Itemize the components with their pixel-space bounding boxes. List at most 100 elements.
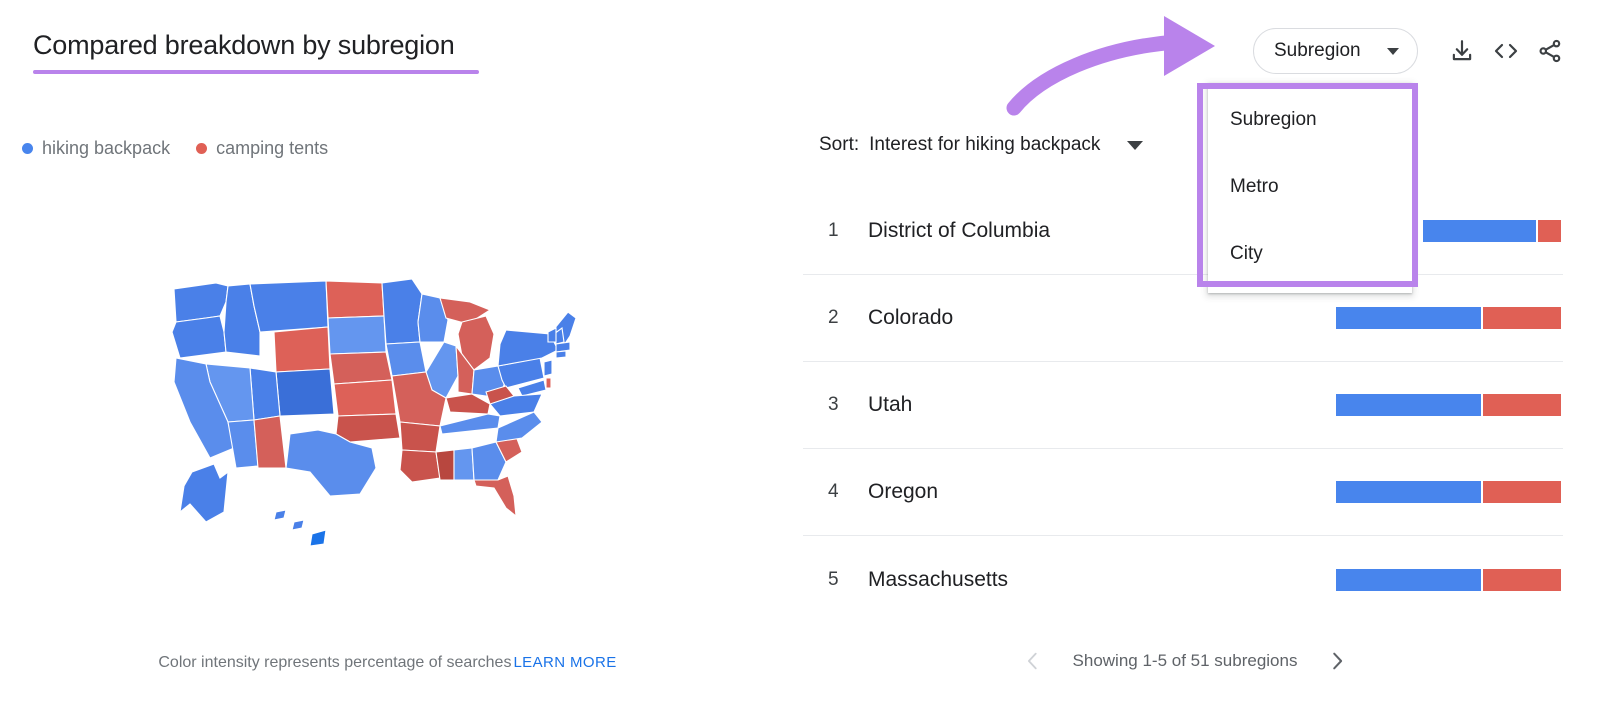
subregion-rank-list: 1 District of Columbia 2 Colorado 3 Utah… [803,188,1563,623]
menu-item-metro[interactable]: Metro [1208,164,1412,210]
bar-segment-hiking-backpack [1336,568,1481,591]
learn-more-link[interactable]: LEARN MORE [513,654,616,671]
state-nc[interactable] [495,411,543,443]
bar-segment-hiking-backpack [1336,481,1481,503]
state-ut[interactable] [249,367,281,421]
chevron-down-icon [1387,47,1399,55]
title-underline-annotation [33,70,479,74]
state-ks[interactable] [333,379,397,417]
state-sd[interactable] [327,315,387,355]
state-nj[interactable] [543,359,553,377]
prev-page-button[interactable] [1020,648,1046,674]
share-icon [1539,39,1561,63]
region-name: District of Columbia [868,219,1051,242]
menu-item-subregion[interactable]: Subregion [1208,97,1412,143]
map-footer-note: Color intensity represents percentage of… [0,654,775,672]
state-ky[interactable] [445,393,491,415]
state-mn[interactable] [381,278,423,345]
state-az[interactable] [227,419,259,469]
download-button[interactable] [1440,29,1484,73]
state-ar[interactable] [399,421,441,453]
chart-toolbar: Subregion [1253,28,1572,74]
menu-item-city[interactable]: City [1208,231,1412,277]
chevron-right-icon [1333,652,1343,670]
state-ia[interactable] [385,341,427,377]
state-wy[interactable] [273,326,331,373]
chevron-down-icon [1127,140,1144,150]
rank-number: 4 [828,481,839,502]
state-or[interactable] [171,315,227,359]
geo-selector-menu[interactable]: Subregion Metro City [1208,83,1412,293]
state-hi-1[interactable] [273,509,287,521]
bar-segment-camping-tents [1483,481,1561,503]
geo-selector-label: Subregion [1274,40,1361,61]
pagination-status: Showing 1-5 of 51 subregions [1072,651,1298,670]
legend-item-label: hiking backpack [42,138,171,158]
state-la[interactable] [399,449,441,483]
chevron-left-icon [1027,652,1037,670]
bar-segment-camping-tents [1483,307,1561,329]
rank-number: 3 [828,394,839,415]
annotation-arrow [1000,8,1240,118]
share-button[interactable] [1528,29,1572,73]
comparison-bar [1336,394,1561,416]
legend-dot-icon [196,143,208,154]
bar-segment-camping-tents [1538,220,1561,242]
state-ct[interactable] [555,350,567,359]
state-ne[interactable] [329,351,393,385]
bar-segment-camping-tents [1483,394,1561,416]
us-choropleth-map[interactable] [150,272,620,562]
comparison-bar [1336,568,1561,591]
state-al[interactable] [453,447,475,481]
page-title: Compared breakdown by subregion [33,30,455,60]
curved-arrow-icon [1006,16,1215,116]
state-nd[interactable] [325,280,385,319]
bar-segment-hiking-backpack [1423,220,1536,242]
table-row[interactable]: 1 District of Columbia [803,188,1563,275]
download-icon [1452,40,1472,61]
state-mt[interactable] [249,280,329,333]
sort-label: Sort: [819,134,860,155]
geo-selector-dropdown[interactable]: Subregion [1253,28,1418,74]
legend-item-hiking-backpack[interactable]: hiking backpack [22,138,170,159]
state-tn[interactable] [439,413,501,435]
region-name: Utah [868,393,913,416]
legend-item-camping-tents[interactable]: camping tents [196,138,328,159]
next-page-button[interactable] [1324,648,1350,674]
table-row[interactable]: 2 Colorado [803,275,1563,362]
state-ak[interactable] [179,463,229,523]
sort-control[interactable]: Sort: Interest for hiking backpack [819,134,1144,156]
bar-segment-camping-tents [1483,568,1561,591]
state-nm[interactable] [253,415,287,469]
table-row[interactable]: 5 Massachusetts [803,536,1563,623]
rank-number: 1 [828,220,839,241]
sort-value: Interest for hiking backpack [869,134,1101,155]
state-co[interactable] [275,368,335,417]
table-row[interactable]: 3 Utah [803,362,1563,449]
bar-segment-hiking-backpack [1336,394,1481,416]
embed-button[interactable] [1484,29,1528,73]
table-row[interactable]: 4 Oregon [803,449,1563,536]
pagination: Showing 1-5 of 51 subregions [1020,648,1350,674]
bar-segment-hiking-backpack [1336,307,1481,329]
state-fl[interactable] [473,475,517,518]
region-name: Oregon [868,480,939,503]
rank-number: 5 [828,568,839,590]
region-name: Colorado [868,306,954,329]
legend-item-label: camping tents [216,138,329,158]
region-name: Massachusetts [868,567,1009,591]
state-de[interactable] [545,377,552,389]
us-map-svg [171,278,577,547]
comparison-bar [1336,481,1561,503]
comparison-bar [1336,307,1561,329]
map-note-text: Color intensity represents percentage of… [158,654,512,671]
legend-dot-icon [22,143,33,154]
state-hi-2[interactable] [291,519,305,531]
rank-number: 2 [828,307,839,328]
state-hi-3[interactable] [309,529,327,547]
state-vt[interactable] [547,327,557,343]
embed-code-icon [1494,43,1518,59]
legend: hiking backpack camping tents [22,138,328,159]
state-ok[interactable] [335,413,401,443]
state-ma[interactable] [555,341,571,353]
